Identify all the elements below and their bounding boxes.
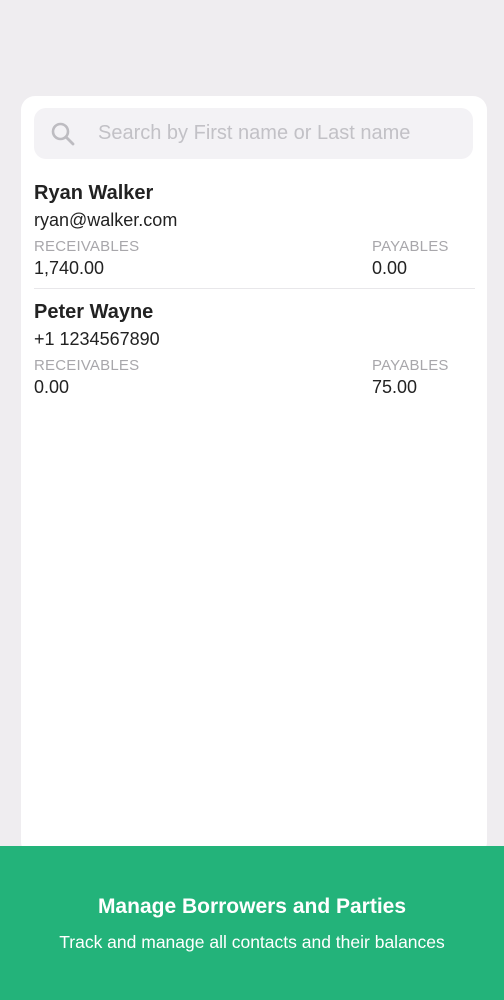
contacts-card: Ryan Walker ryan@walker.com RECEIVABLES … [21, 96, 487, 856]
receivables-value: 0.00 [34, 377, 70, 397]
banner-subtitle: Track and manage all contacts and their … [59, 932, 445, 952]
row-divider [34, 288, 475, 289]
search-icon [51, 122, 75, 146]
contacts-screen: Ryan Walker ryan@walker.com RECEIVABLES … [0, 0, 504, 1000]
contact-row[interactable]: Ryan Walker ryan@walker.com RECEIVABLES … [34, 182, 475, 292]
banner-title: Manage Borrowers and Parties [97, 895, 407, 918]
payables-label: PAYABLES [372, 357, 449, 374]
payables-value: 0.00 [372, 258, 408, 278]
contact-phone: +1 1234567890 [34, 329, 160, 349]
contact-email: ryan@walker.com [34, 210, 178, 230]
feature-banner: Manage Borrowers and Parties Track and m… [0, 846, 504, 1000]
receivables-label: RECEIVABLES [34, 357, 140, 374]
payables-label: PAYABLES [372, 238, 449, 255]
payables-value: 75.00 [372, 377, 418, 397]
contact-name: Peter Wayne [34, 301, 154, 323]
contact-name: Ryan Walker [34, 182, 154, 204]
receivables-value: 1,740.00 [34, 258, 105, 278]
search-input[interactable] [98, 108, 458, 159]
receivables-label: RECEIVABLES [34, 238, 140, 255]
contact-row[interactable]: Peter Wayne +1 1234567890 RECEIVABLES 0.… [34, 301, 475, 411]
search-bar[interactable] [34, 108, 473, 159]
